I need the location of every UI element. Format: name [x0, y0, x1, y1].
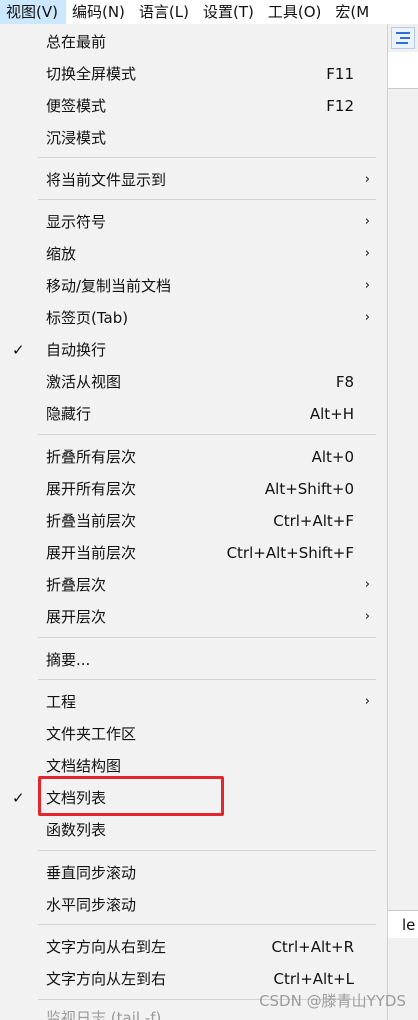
- document-map-icon[interactable]: [391, 27, 415, 49]
- menu-item-label: 显示符号: [46, 213, 107, 231]
- menu-item-label: 展开层次: [46, 608, 107, 626]
- menu-item-project[interactable]: 工程 ›: [0, 687, 386, 717]
- menu-item-shortcut: Alt+Shift+0: [264, 480, 354, 498]
- menu-item-shortcut: Alt+0: [311, 448, 354, 466]
- menu-item-label: 展开所有层次: [46, 480, 137, 498]
- menu-separator: [38, 850, 376, 851]
- menu-item-postit-mode[interactable]: 便签模式 F12: [0, 91, 386, 121]
- menu-item-label: 标签页(Tab): [46, 309, 129, 327]
- menu-separator: [38, 924, 376, 925]
- chevron-right-icon: ›: [364, 214, 370, 229]
- menu-item-fold-level[interactable]: 折叠层次 ›: [0, 570, 386, 600]
- menu-item-sync-vertical-scroll[interactable]: 垂直同步滚动: [0, 858, 386, 888]
- menu-item-label: 切换全屏模式: [46, 65, 137, 83]
- menu-item-label: 隐藏行: [46, 405, 92, 423]
- menu-item-label: 展开当前层次: [46, 544, 137, 562]
- menu-item-move-clone-document[interactable]: 移动/复制当前文档 ›: [0, 271, 386, 301]
- menu-item-label: 工程: [46, 693, 77, 711]
- menu-item-distraction-free[interactable]: 沉浸模式: [0, 123, 386, 153]
- menu-encoding[interactable]: 编码(N): [66, 0, 133, 24]
- editor-area: [388, 24, 418, 1020]
- menu-item-label: 监视日志 (tail -f): [46, 1009, 162, 1020]
- chevron-right-icon: ›: [364, 609, 370, 624]
- chevron-right-icon: ›: [364, 694, 370, 709]
- editor-tab-strip: [388, 52, 418, 89]
- menu-item-function-list[interactable]: 函数列表: [0, 815, 386, 845]
- check-icon: ✓: [12, 341, 25, 359]
- menu-separator: [38, 199, 376, 200]
- menu-item-unfold-current[interactable]: 展开当前层次 Ctrl+Alt+Shift+F: [0, 538, 386, 568]
- view-dropdown-menu: 总在最前 切换全屏模式 F11 便签模式 F12 沉浸模式 将当前文件显示到 ›…: [0, 24, 388, 1020]
- menu-item-fold-all[interactable]: 折叠所有层次 Alt+0: [0, 442, 386, 472]
- menu-item-label: 缩放: [46, 245, 77, 263]
- menu-tools[interactable]: 工具(O): [262, 0, 330, 24]
- menu-item-word-wrap[interactable]: ✓ 自动换行: [0, 335, 386, 365]
- menu-item-label: 自动换行: [46, 341, 107, 359]
- menu-item-label: 将当前文件显示到: [46, 171, 167, 189]
- menu-item-view-current-file-in[interactable]: 将当前文件显示到 ›: [0, 165, 386, 195]
- watermark-text: CSDN @滕青山YYDS: [259, 992, 406, 1010]
- menu-item-zoom[interactable]: 缩放 ›: [0, 239, 386, 269]
- menu-item-shortcut: Ctrl+Alt+F: [273, 512, 354, 530]
- editor-panel-text: le: [388, 910, 418, 938]
- menu-item-shortcut: Ctrl+Alt+R: [271, 938, 354, 956]
- menu-item-summary[interactable]: 摘要...: [0, 645, 386, 675]
- menu-separator: [38, 679, 376, 680]
- chevron-right-icon: ›: [364, 278, 370, 293]
- chevron-right-icon: ›: [364, 246, 370, 261]
- menu-item-fold-current[interactable]: 折叠当前层次 Ctrl+Alt+F: [0, 506, 386, 536]
- menu-item-show-symbol[interactable]: 显示符号 ›: [0, 207, 386, 237]
- menu-item-folder-as-workspace[interactable]: 文件夹工作区: [0, 719, 386, 749]
- menu-separator: [38, 434, 376, 435]
- menu-item-shortcut: Alt+H: [309, 405, 354, 423]
- chevron-right-icon: ›: [364, 577, 370, 592]
- menu-item-label: 沉浸模式: [46, 129, 107, 147]
- menu-item-shortcut: F8: [335, 373, 354, 391]
- menu-item-always-on-top[interactable]: 总在最前: [0, 27, 386, 57]
- menu-item-shortcut: Ctrl+Alt+Shift+F: [226, 544, 354, 562]
- chevron-right-icon: ›: [364, 172, 370, 187]
- menu-separator: [38, 157, 376, 158]
- menu-macro[interactable]: 宏(M: [329, 0, 377, 24]
- menu-item-label: 文字方向从左到右: [46, 970, 167, 988]
- check-icon: ✓: [12, 789, 25, 807]
- menu-item-toggle-fullscreen[interactable]: 切换全屏模式 F11: [0, 59, 386, 89]
- menu-item-unfold-level[interactable]: 展开层次 ›: [0, 602, 386, 632]
- menu-item-label: 便签模式: [46, 97, 107, 115]
- menu-bar: 视图(V) 编码(N) 语言(L) 设置(T) 工具(O) 宏(M: [0, 0, 418, 24]
- menu-settings[interactable]: 设置(T): [197, 0, 262, 24]
- menu-item-label: 折叠当前层次: [46, 512, 137, 530]
- menu-language[interactable]: 语言(L): [133, 0, 197, 24]
- menu-item-label: 移动/复制当前文档: [46, 277, 172, 295]
- menu-item-label: 摘要...: [46, 651, 91, 669]
- menu-item-label: 垂直同步滚动: [46, 864, 137, 882]
- menu-item-label: 函数列表: [46, 821, 107, 839]
- menu-item-label: 折叠所有层次: [46, 448, 137, 466]
- menu-item-label: 总在最前: [46, 33, 107, 51]
- menu-item-unfold-all[interactable]: 展开所有层次 Alt+Shift+0: [0, 474, 386, 504]
- menu-item-label: 激活从视图: [46, 373, 122, 391]
- menu-item-label: 文件夹工作区: [46, 725, 137, 743]
- menu-item-text-direction-rtl[interactable]: 文字方向从右到左 Ctrl+Alt+R: [0, 932, 386, 962]
- menu-item-hide-lines[interactable]: 隐藏行 Alt+H: [0, 399, 386, 429]
- chevron-right-icon: ›: [364, 310, 370, 325]
- menu-item-label: 水平同步滚动: [46, 896, 137, 914]
- menu-separator: [38, 637, 376, 638]
- menu-item-focus-other-view[interactable]: 激活从视图 F8: [0, 367, 386, 397]
- menu-item-sync-horizontal-scroll[interactable]: 水平同步滚动: [0, 890, 386, 920]
- menu-item-label: 文字方向从右到左: [46, 938, 167, 956]
- menu-item-tab[interactable]: 标签页(Tab) ›: [0, 303, 386, 333]
- menu-item-shortcut: F12: [326, 97, 354, 115]
- annotation-highlight-box: [38, 776, 224, 816]
- menu-item-label: 折叠层次: [46, 576, 107, 594]
- menu-view[interactable]: 视图(V): [0, 0, 66, 24]
- menu-item-shortcut: F11: [326, 65, 354, 83]
